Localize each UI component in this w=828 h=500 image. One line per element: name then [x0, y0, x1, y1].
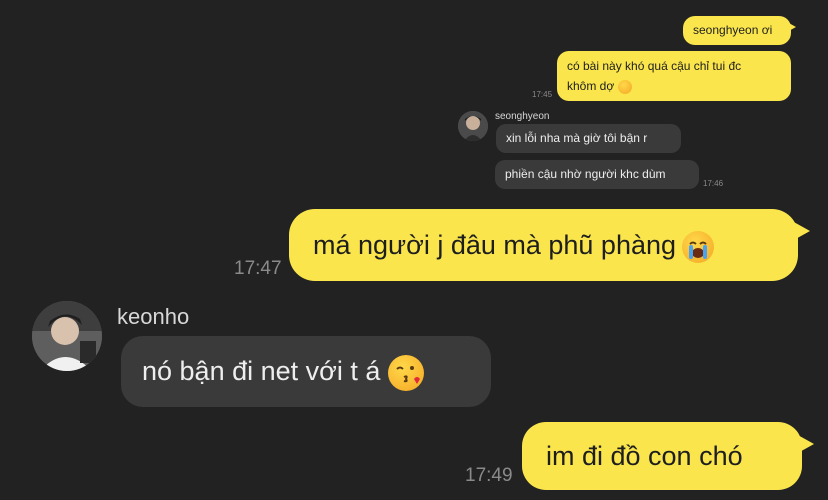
kissing-face-emoji-icon [387, 354, 424, 391]
avatar[interactable] [458, 111, 488, 141]
message-text: seonghyeon ơi [693, 23, 773, 37]
message-timestamp: 17:49 [465, 465, 513, 486]
message-bubble-incoming[interactable]: nó bận đi net với t á [121, 336, 491, 407]
smiling-face-emoji-icon [617, 79, 632, 94]
message-bubble-outgoing[interactable]: má người j đâu mà phũ phàng [289, 209, 810, 281]
message-text: im đi đồ con chó [546, 441, 743, 471]
message-timestamp: 17:46 [703, 179, 724, 188]
message-bubble-outgoing[interactable]: seonghyeon ơi [683, 16, 796, 45]
sender-name: seonghyeon [495, 111, 550, 122]
message-text: có bài này khó quá cậu chỉ tui đc [567, 59, 742, 73]
message-bubble-incoming[interactable]: xin lỗi nha mà giờ tôi bận r [496, 124, 681, 153]
message-text: má người j đâu mà phũ phàng [313, 230, 677, 260]
message-bubble-incoming[interactable]: phiền cậu nhờ người khc dùm [495, 160, 699, 189]
sender-name: keonho [117, 304, 190, 329]
message-timestamp: 17:45 [532, 90, 553, 99]
message-bubble-outgoing[interactable]: có bài này khó quá cậu chỉ tui đc khôm d… [557, 51, 791, 101]
message-bubble-outgoing[interactable]: im đi đồ con chó [522, 422, 814, 490]
message-text: phiền cậu nhờ người khc dùm [505, 167, 666, 181]
message-text: nó bận đi net với t á [142, 356, 381, 386]
avatar[interactable] [32, 301, 102, 371]
message-timestamp: 17:47 [234, 258, 282, 279]
message-text: khôm dợ [567, 79, 615, 93]
crying-face-emoji-icon [681, 230, 714, 263]
message-text: xin lỗi nha mà giờ tôi bận r [506, 131, 648, 145]
